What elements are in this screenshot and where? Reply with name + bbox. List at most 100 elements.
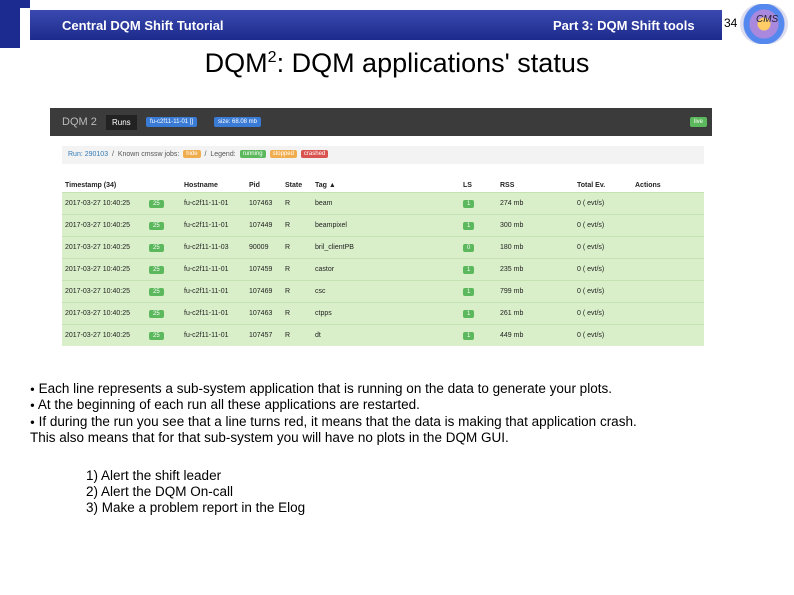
cell-hostname: fu-c2f11-11-01	[181, 257, 246, 280]
cell-actions	[632, 279, 704, 302]
cell-state: R	[282, 235, 312, 258]
cell-pid: 107449	[246, 213, 282, 236]
cell-rss: 261 mb	[497, 301, 574, 324]
cell-actions	[632, 257, 704, 280]
column-header-state[interactable]: State	[282, 180, 312, 192]
title-main: DQM	[204, 48, 268, 78]
cell-tag: bril_clientPB	[312, 235, 460, 258]
slide-header: Central DQM Shift Tutorial Part 3: DQM S…	[0, 0, 794, 48]
cell-age-badge: 25	[149, 331, 164, 340]
title-rest: : DQM applications' status	[276, 48, 590, 78]
header-decoration	[0, 0, 20, 48]
breadcrumb-separator: /	[202, 150, 209, 158]
bullet-text: If during the run you see that a line tu…	[38, 413, 637, 429]
cell-pid: 107463	[246, 191, 282, 214]
cell-ls: 1	[460, 257, 497, 280]
cell-tag: beam	[312, 191, 460, 214]
column-header-actions: Actions	[635, 182, 661, 190]
cell-actions	[632, 301, 704, 324]
column-header-tag[interactable]: Tag ▲	[312, 180, 460, 192]
column-header-ls[interactable]: LS	[460, 180, 497, 192]
cell-state: R	[282, 213, 312, 236]
cell-age-badge: 25	[149, 199, 164, 208]
cell-age: 25	[146, 257, 181, 280]
column-header-hostname[interactable]: Hostname	[181, 180, 246, 192]
cell-pid: 107463	[246, 301, 282, 324]
bullet-list: ● Each line represents a sub-system appl…	[30, 381, 780, 446]
cell-rss: 799 mb	[497, 279, 574, 302]
table-row: 2017-03-27 10:40:25 25 fu-c2f11-11-01 10746…	[62, 301, 704, 324]
bullet-item: ● At the beginning of each run all these…	[30, 397, 780, 413]
table-row: 2017-03-27 10:40:25 25 fu-c2f11-11-01 10746…	[62, 279, 704, 302]
breadcrumb-run[interactable]: Run: 290103	[68, 151, 108, 158]
cell-ls-badge: 1	[463, 265, 475, 274]
header-right-title: Part 3: DQM Shift tools	[553, 18, 695, 33]
column-header-timestamp[interactable]: Timestamp (34)	[62, 180, 146, 192]
dqm-gui-screenshot: DQM 2 Runs fu-c2f11-11-01 [] size: 68.08…	[50, 108, 712, 360]
cell-total-events: 0 ( evt/s)	[574, 279, 632, 302]
bullet-icon: ●	[30, 417, 35, 427]
cell-age-badge: 25	[149, 221, 164, 230]
cell-timestamp: 2017-03-27 10:40:25	[62, 301, 146, 324]
slide-title: DQM2: DQM applications' status	[0, 48, 794, 79]
cell-timestamp: 2017-03-27 10:40:25	[62, 323, 146, 346]
cell-rss: 180 mb	[497, 235, 574, 258]
cell-age-badge: 25	[149, 309, 164, 318]
cell-rss: 300 mb	[497, 213, 574, 236]
column-header-rss[interactable]: RSS	[497, 180, 574, 192]
legend-label: Legend:	[210, 150, 236, 158]
bullet-icon: ●	[30, 400, 35, 410]
jobs-table: Timestamp (34) Hostname Pid State Tag ▲ …	[62, 180, 704, 346]
cell-tag: csc	[312, 279, 460, 302]
column-header-total-events[interactable]: Total Ev.	[574, 180, 632, 192]
cell-timestamp: 2017-03-27 10:40:25	[62, 235, 146, 258]
host-filter-pill[interactable]: fu-c2f11-11-01 []	[146, 117, 198, 127]
bullet-item: ● If during the run you see that a line …	[30, 414, 780, 430]
cell-pid: 107459	[246, 257, 282, 280]
cell-timestamp: 2017-03-27 10:40:25	[62, 213, 146, 236]
cell-age-badge: 25	[149, 265, 164, 274]
cell-hostname: fu-c2f11-11-01	[181, 279, 246, 302]
column-header-pid[interactable]: Pid	[246, 180, 282, 192]
cell-state: R	[282, 279, 312, 302]
page-number: 34	[724, 16, 738, 30]
cms-logo-text: CMS	[756, 14, 779, 25]
cell-ls-badge: 1	[463, 331, 475, 340]
step-item: 1) Alert the shift leader	[86, 468, 222, 483]
cell-pid: 107457	[246, 323, 282, 346]
legend-stopped-badge: stopped	[269, 150, 297, 158]
cell-total-events: 0 ( evt/s)	[574, 323, 632, 346]
bullet-item: ● Each line represents a sub-system appl…	[30, 381, 780, 397]
note-text: This also means that for that sub-system…	[30, 430, 509, 446]
table-row: 2017-03-27 10:40:25 25 fu-c2f11-11-01 10745…	[62, 257, 704, 280]
cell-ls-badge: 1	[463, 199, 475, 208]
cell-age: 25	[146, 301, 181, 324]
table-row: 2017-03-27 10:40:25 25 fu-c2f11-11-01 10744…	[62, 213, 704, 236]
bullet-text: At the beginning of each run all these a…	[37, 397, 420, 413]
cell-total-events: 0 ( evt/s)	[574, 191, 632, 214]
cell-hostname: fu-c2f11-11-01	[181, 323, 246, 346]
cell-timestamp: 2017-03-27 10:40:25	[62, 257, 146, 280]
table-row: 2017-03-27 10:40:25 25 fu-c2f11-11-01 10745…	[62, 323, 704, 346]
dqm-logo: DQM 2	[62, 116, 97, 128]
live-button[interactable]: live	[690, 117, 708, 127]
step-item: 3) Make a problem report in the Elog	[86, 500, 306, 515]
cell-total-events: 0 ( evt/s)	[574, 213, 632, 236]
cell-hostname: fu-c2f11-11-01	[181, 191, 246, 214]
cell-total-events: 0 ( evt/s)	[574, 235, 632, 258]
cell-age: 25	[146, 213, 181, 236]
nav-runs-tab[interactable]: Runs	[106, 115, 137, 130]
cell-hostname: fu-c2f11-11-01	[181, 301, 246, 324]
cell-ls-badge: 1	[463, 309, 475, 318]
table-header-row: Timestamp (34) Hostname Pid State Tag ▲ …	[62, 180, 704, 192]
header-decoration-2	[20, 0, 30, 8]
cell-ls: 1	[460, 191, 497, 214]
breadcrumb-separator: /	[110, 150, 116, 158]
hide-button[interactable]: hide	[183, 150, 201, 158]
cell-total-events: 0 ( evt/s)	[574, 301, 632, 324]
header-left-title: Central DQM Shift Tutorial	[62, 18, 224, 33]
cell-state: R	[282, 191, 312, 214]
cell-ls-badge: 0	[463, 243, 475, 252]
cell-age: 25	[146, 279, 181, 302]
cell-timestamp: 2017-03-27 10:40:25	[62, 279, 146, 302]
